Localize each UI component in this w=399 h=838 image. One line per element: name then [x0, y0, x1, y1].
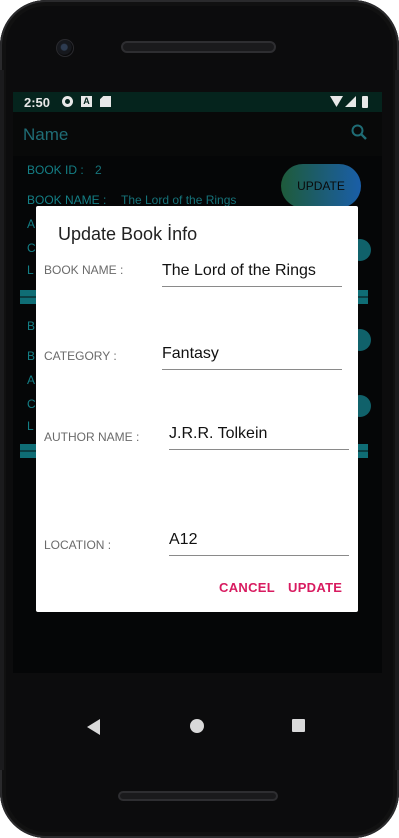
status-time: 2:50 — [24, 95, 51, 110]
list-label-truncated: C — [27, 241, 36, 255]
book-name-input[interactable]: The Lord of the Rings — [162, 257, 342, 287]
screen: 2:50 A Name BOOK ID : 2 UPDATE BOOK NAME… — [13, 92, 382, 673]
status-bar: 2:50 A — [13, 92, 382, 112]
list-label-truncated: B — [27, 349, 36, 363]
list-update-button[interactable]: UPDATE — [281, 164, 361, 208]
app-bar: Name — [13, 112, 382, 156]
update-button[interactable]: UPDATE — [288, 580, 342, 595]
phone-frame: 2:50 A Name BOOK ID : 2 UPDATE BOOK NAME… — [0, 0, 399, 838]
list-label-truncated: L — [27, 263, 34, 277]
bottom-speaker — [118, 791, 278, 801]
back-icon[interactable] — [87, 719, 100, 735]
update-book-dialog: Update Book İnfo BOOK NAME : The Lord of… — [36, 206, 358, 612]
book-name-label: BOOK NAME : — [27, 193, 107, 207]
list-label-truncated: B — [27, 319, 36, 333]
book-id-value: 2 — [95, 163, 102, 177]
signal-icon — [345, 96, 356, 107]
list-label-truncated: A — [27, 373, 36, 387]
location-field-label: LOCATION : — [44, 538, 112, 552]
author-name-input[interactable]: J.R.R. Tolkein — [169, 420, 349, 450]
app-title: Name — [23, 125, 69, 144]
list-label-truncated: L — [27, 419, 34, 433]
home-icon[interactable] — [190, 719, 204, 733]
category-field-label: CATEGORY : — [44, 349, 117, 363]
sd-card-icon — [100, 96, 111, 107]
earpiece-speaker — [121, 41, 276, 53]
search-icon[interactable] — [351, 124, 367, 140]
cancel-button[interactable]: CANCEL — [219, 580, 275, 595]
category-input[interactable]: Fantasy — [162, 340, 342, 370]
battery-icon — [362, 96, 368, 108]
gear-icon — [62, 96, 73, 107]
dialog-title: Update Book İnfo — [58, 224, 198, 244]
a-notification-icon: A — [81, 96, 92, 107]
list-label-truncated: A — [27, 217, 36, 231]
phone-edge-right — [395, 70, 399, 770]
recents-icon[interactable] — [292, 719, 305, 732]
author-name-field-label: AUTHOR NAME : — [44, 430, 140, 444]
wifi-icon — [330, 96, 343, 107]
book-name-field-label: BOOK NAME : — [44, 263, 124, 277]
book-id-label: BOOK ID : — [27, 163, 84, 177]
book-name-value: The Lord of the Rings — [121, 193, 237, 207]
location-input[interactable]: A12 — [169, 526, 349, 556]
list-label-truncated: C — [27, 397, 36, 411]
phone-edge-left — [0, 70, 4, 770]
front-camera-icon — [56, 39, 74, 57]
